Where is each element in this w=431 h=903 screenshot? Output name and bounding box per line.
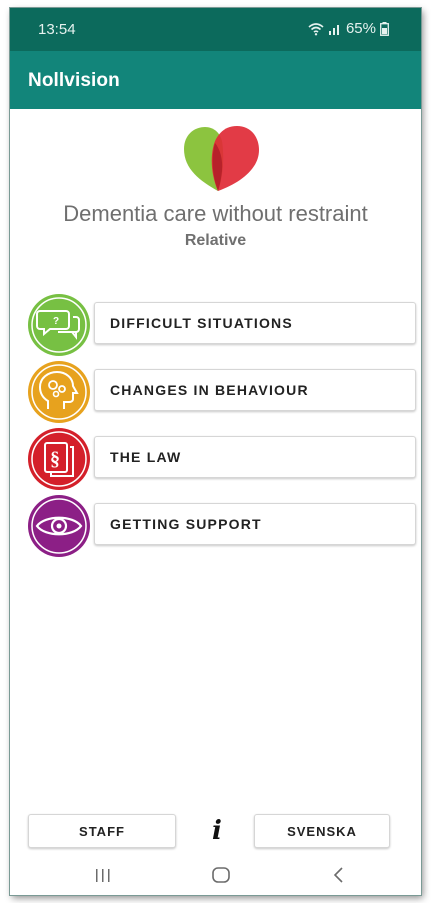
law-document-icon: § bbox=[28, 428, 90, 490]
eye-icon bbox=[28, 495, 90, 557]
wifi-icon bbox=[308, 22, 324, 35]
menu-item-difficult-situations[interactable]: ? DIFFICULT SITUATIONS bbox=[28, 294, 418, 356]
menu-item-getting-support[interactable]: GETTING SUPPORT bbox=[28, 495, 418, 557]
status-bar: 13:54 65% bbox=[10, 8, 421, 51]
home-icon[interactable] bbox=[211, 866, 231, 884]
heart-logo-icon bbox=[184, 126, 259, 191]
menu-item-the-law[interactable]: § THE LAW bbox=[28, 428, 418, 490]
head-gears-icon bbox=[28, 361, 90, 423]
battery-percent: 65% bbox=[345, 20, 376, 37]
app-title: Nollvision bbox=[28, 70, 120, 91]
recent-apps-icon[interactable] bbox=[94, 866, 112, 884]
page-headline: Dementia care without restraint bbox=[63, 201, 368, 226]
getting-support-button[interactable]: GETTING SUPPORT bbox=[94, 503, 416, 545]
back-icon[interactable] bbox=[332, 866, 346, 884]
system-nav-bar bbox=[10, 856, 421, 895]
svenska-button[interactable]: SVENSKA bbox=[254, 814, 390, 848]
phone-screen: 13:54 65% Nollvision Dementia care witho… bbox=[10, 8, 421, 895]
battery-icon bbox=[380, 21, 389, 36]
staff-button[interactable]: STAFF bbox=[28, 814, 176, 848]
status-time: 13:54 bbox=[38, 21, 76, 38]
status-icons: 65% bbox=[308, 20, 389, 37]
difficult-situations-button[interactable]: DIFFICULT SITUATIONS bbox=[94, 302, 416, 344]
svg-text:§: § bbox=[50, 448, 60, 470]
signal-icon bbox=[328, 25, 339, 35]
svg-text:?: ? bbox=[53, 316, 59, 327]
role-label: Relative bbox=[184, 232, 247, 249]
menu-item-changes-in-behaviour[interactable]: CHANGES IN BEHAVIOUR bbox=[28, 361, 418, 423]
the-law-button[interactable]: THE LAW bbox=[94, 436, 416, 478]
changes-in-behaviour-button[interactable]: CHANGES IN BEHAVIOUR bbox=[94, 369, 416, 411]
speech-bubbles-icon: ? bbox=[28, 294, 90, 356]
info-icon[interactable]: i bbox=[206, 814, 228, 848]
app-bar: Nollvision bbox=[10, 51, 421, 109]
